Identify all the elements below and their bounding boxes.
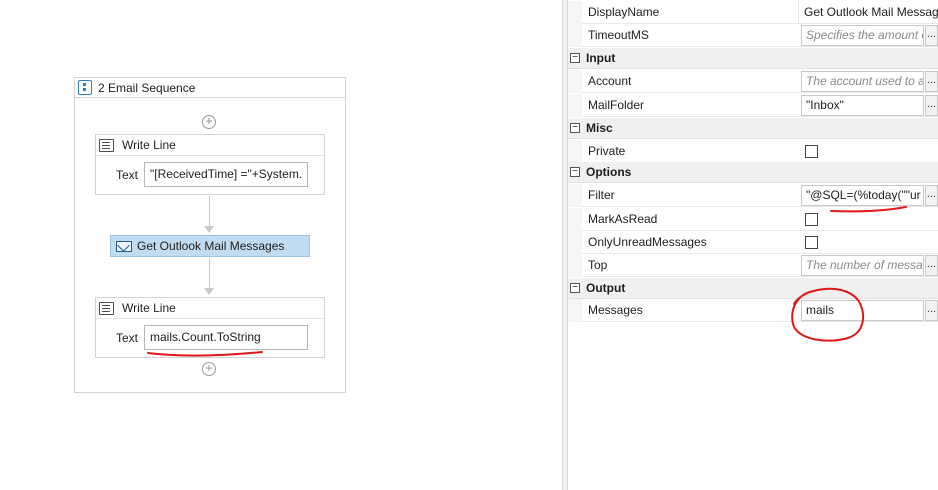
category-title: Misc: [586, 121, 613, 135]
account-input[interactable]: The account used to a: [801, 71, 924, 92]
activity-title: Write Line: [122, 301, 176, 315]
markasread-checkbox[interactable]: [805, 213, 818, 226]
property-name: MailFolder: [588, 98, 645, 112]
displayname-value[interactable]: Get Outlook Mail Messag: [798, 1, 938, 24]
property-name: MarkAsRead: [588, 212, 658, 226]
connector-arrow-icon: [204, 226, 214, 233]
plus-glyph: +: [205, 361, 213, 375]
property-row-account[interactable]: Account The account used to a ...: [568, 70, 938, 93]
category-input[interactable]: − Input: [568, 48, 938, 69]
add-activity-icon[interactable]: +: [202, 115, 216, 129]
text-expression-input[interactable]: "[ReceivedTime] ="+System.: [144, 162, 309, 187]
property-row-private[interactable]: Private: [568, 140, 938, 163]
property-row-top[interactable]: Top The number of messa ...: [568, 254, 938, 277]
property-name: Account: [588, 74, 632, 88]
property-name: OnlyUnreadMessages: [588, 235, 707, 249]
expression-editor-button[interactable]: ...: [925, 25, 938, 46]
properties-panel: DisplayName Get Outlook Mail Messag Time…: [568, 0, 938, 490]
add-activity-icon[interactable]: +: [202, 362, 216, 376]
top-input[interactable]: The number of messa: [801, 255, 924, 276]
get-outlook-mail-activity[interactable]: Get Outlook Mail Messages: [110, 235, 310, 257]
row-gutter: [568, 24, 582, 47]
category-title: Options: [586, 165, 632, 179]
expression-editor-button[interactable]: ...: [925, 71, 938, 92]
row-gutter: [568, 70, 582, 93]
property-name: Top: [588, 258, 608, 272]
text-label: Text: [116, 330, 139, 345]
text-label: Text: [116, 167, 139, 182]
category-misc[interactable]: − Misc: [568, 118, 938, 139]
plus-glyph: +: [205, 114, 213, 128]
timeoutms-input[interactable]: Specifies the amount o: [801, 25, 924, 46]
row-gutter: [568, 1, 582, 24]
row-gutter: [568, 140, 582, 163]
property-name: TimeoutMS: [588, 28, 649, 42]
connector-line: [209, 196, 210, 226]
expression-editor-button[interactable]: ...: [925, 255, 938, 276]
property-name: Messages: [588, 303, 643, 317]
connector-line: [209, 258, 210, 288]
write-line-icon: [99, 301, 114, 315]
messages-input[interactable]: mails: [801, 300, 924, 321]
property-row-displayname[interactable]: DisplayName Get Outlook Mail Messag: [568, 1, 938, 24]
property-name: Filter: [588, 188, 615, 202]
activity-body: Text "[ReceivedTime] ="+System.: [96, 156, 324, 193]
property-row-mailfolder[interactable]: MailFolder "Inbox" ...: [568, 94, 938, 117]
activity-title: Write Line: [122, 138, 176, 152]
category-title: Input: [586, 51, 616, 65]
property-name: Private: [588, 144, 626, 158]
sequence-title: 2 Email Sequence: [98, 80, 196, 95]
property-name: DisplayName: [588, 5, 660, 19]
write-line-activity-1[interactable]: Write Line Text "[ReceivedTime] ="+Syste…: [95, 134, 325, 195]
collapse-icon[interactable]: −: [570, 283, 580, 293]
sequence-icon: [78, 80, 92, 95]
row-gutter: [568, 208, 582, 231]
expression-editor-button[interactable]: ...: [925, 300, 938, 321]
activity-header: Write Line: [96, 135, 324, 156]
write-line-activity-2[interactable]: Write Line Text mails.Count.ToString: [95, 297, 325, 358]
expression-editor-button[interactable]: ...: [925, 95, 938, 116]
connector-arrow-icon: [204, 288, 214, 295]
mailfolder-input[interactable]: "Inbox": [801, 95, 924, 116]
collapse-icon[interactable]: −: [570, 167, 580, 177]
activity-header: Write Line: [96, 298, 324, 319]
category-output[interactable]: − Output: [568, 278, 938, 299]
collapse-icon[interactable]: −: [570, 53, 580, 63]
expression-editor-button[interactable]: ...: [925, 185, 938, 206]
text-expression-input[interactable]: mails.Count.ToString: [144, 325, 309, 350]
onlyunread-checkbox[interactable]: [805, 236, 818, 249]
property-row-markasread[interactable]: MarkAsRead: [568, 208, 938, 231]
designer-canvas: 2 Email Sequence + Write Line Text "[Rec…: [0, 0, 560, 490]
sequence-header[interactable]: 2 Email Sequence: [75, 78, 345, 98]
write-line-icon: [99, 138, 114, 152]
row-gutter: [568, 254, 582, 277]
row-gutter: [568, 231, 582, 254]
private-checkbox[interactable]: [805, 145, 818, 158]
category-title: Output: [586, 281, 626, 295]
row-gutter: [568, 184, 582, 207]
property-row-timeoutms[interactable]: TimeoutMS Specifies the amount o ...: [568, 24, 938, 47]
property-row-onlyunreadmessages[interactable]: OnlyUnreadMessages: [568, 231, 938, 254]
row-gutter: [568, 299, 582, 322]
filter-input[interactable]: "@SQL=(%today(""ur: [801, 185, 924, 206]
property-row-messages[interactable]: Messages mails ...: [568, 299, 938, 322]
property-row-filter[interactable]: Filter "@SQL=(%today(""ur ...: [568, 184, 938, 207]
row-gutter: [568, 94, 582, 117]
activity-body: Text mails.Count.ToString: [96, 319, 324, 356]
category-options[interactable]: − Options: [568, 162, 938, 183]
collapse-icon[interactable]: −: [570, 123, 580, 133]
outlook-mail-icon: [116, 240, 132, 252]
activity-title: Get Outlook Mail Messages: [137, 239, 285, 253]
